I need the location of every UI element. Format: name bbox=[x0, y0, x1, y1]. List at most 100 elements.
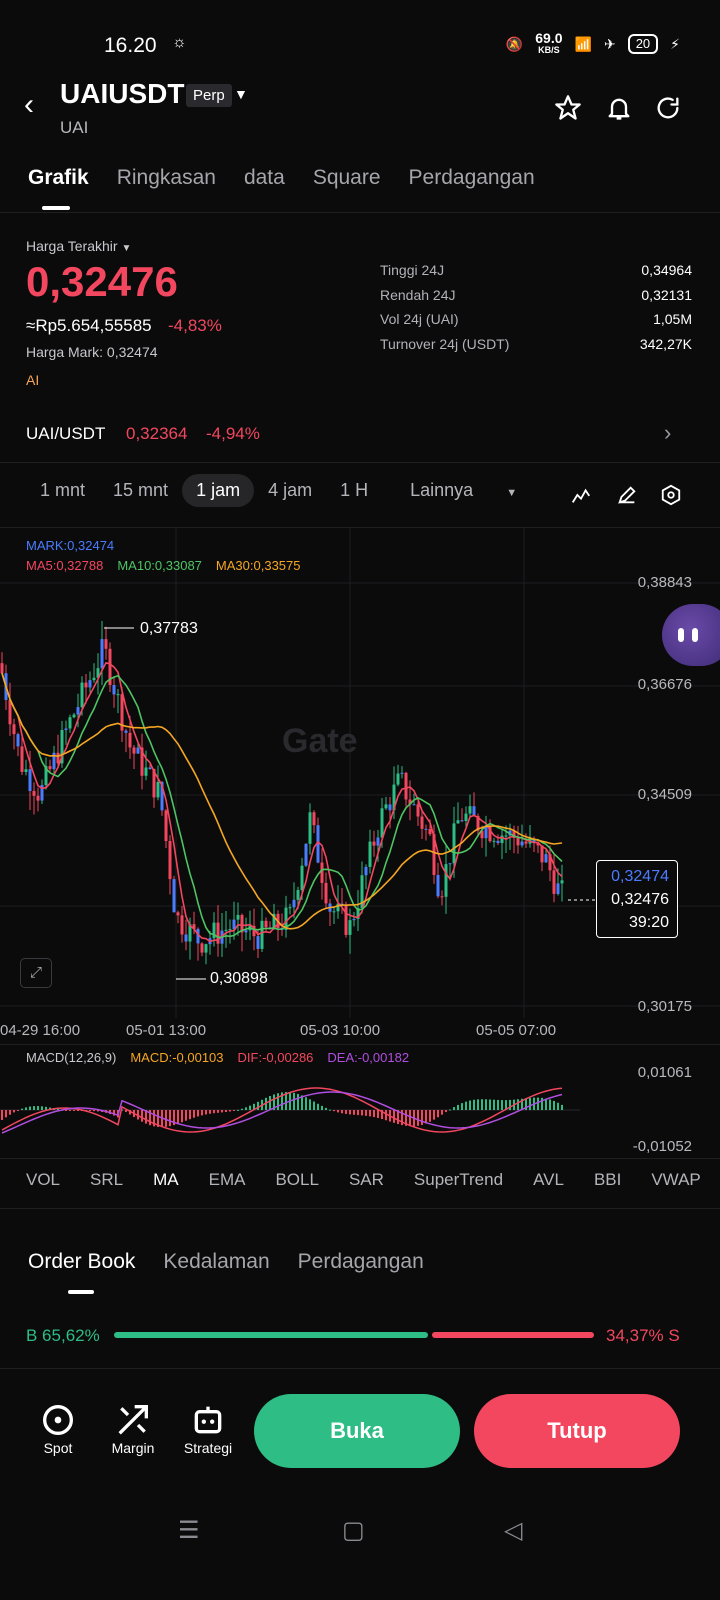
candle-body bbox=[88, 680, 92, 688]
back-nav-icon[interactable]: ◁ bbox=[504, 1516, 522, 1545]
macd-bar bbox=[365, 1110, 367, 1116]
recent-apps-icon[interactable]: ☰ bbox=[178, 1516, 200, 1545]
last-price-selector[interactable]: Harga Terakhir ▼ bbox=[26, 238, 131, 254]
tab-ringkasan[interactable]: Ringkasan bbox=[117, 166, 216, 190]
candle-body bbox=[56, 752, 60, 764]
candle-body bbox=[472, 806, 476, 816]
macd-bar bbox=[21, 1108, 23, 1110]
indicator-vol[interactable]: VOL bbox=[26, 1170, 60, 1190]
candle-body bbox=[456, 820, 460, 824]
indicator-supertrend[interactable]: SuperTrend bbox=[414, 1170, 503, 1190]
buy-bar bbox=[114, 1332, 428, 1338]
tab-perdagangan[interactable]: Perdagangan bbox=[409, 166, 535, 190]
interval-more[interactable]: Lainnya ▼ bbox=[382, 474, 545, 507]
macd-bar bbox=[417, 1110, 419, 1126]
bell-icon[interactable] bbox=[605, 94, 633, 122]
share-icon[interactable] bbox=[654, 94, 682, 122]
candle-body bbox=[236, 914, 240, 920]
interval-4h[interactable]: 4 jam bbox=[254, 474, 326, 507]
macd-bar bbox=[269, 1096, 271, 1110]
indicator-tabs: VOL SRL MA EMA BOLL SAR SuperTrend AVL B… bbox=[26, 1170, 701, 1190]
strategy-button[interactable]: Strategi bbox=[168, 1400, 248, 1456]
airplane-icon: ✈ bbox=[603, 35, 616, 52]
spot-pair-row[interactable] bbox=[0, 404, 720, 462]
spot-button[interactable]: Spot bbox=[18, 1400, 98, 1456]
candle-body bbox=[384, 804, 388, 809]
expand-icon[interactable]: ⤢ bbox=[20, 958, 52, 988]
legend-mark: MARK:0,32474 bbox=[26, 538, 115, 553]
star-icon[interactable] bbox=[554, 94, 582, 122]
macd-value: MACD:-0,00103 bbox=[130, 1050, 224, 1065]
indicator-sar[interactable]: SAR bbox=[349, 1170, 384, 1190]
interval-15m[interactable]: 15 mnt bbox=[99, 474, 182, 507]
tab-order-book[interactable]: Order Book bbox=[28, 1250, 135, 1274]
candle-body bbox=[264, 920, 268, 928]
spot-pair-change: -4,94% bbox=[206, 424, 260, 443]
y-tick: 0,38843 bbox=[637, 574, 692, 591]
eye-icon bbox=[678, 628, 684, 642]
macd-bar bbox=[229, 1110, 231, 1112]
macd-bar bbox=[489, 1099, 491, 1110]
indicator-chart-icon[interactable] bbox=[570, 484, 592, 506]
candle-body bbox=[404, 772, 408, 800]
draw-pencil-icon[interactable] bbox=[616, 484, 638, 506]
tab-perdagangan-ob[interactable]: Perdagangan bbox=[298, 1250, 424, 1274]
indicator-bbi[interactable]: BBI bbox=[594, 1170, 621, 1190]
macd-bar bbox=[353, 1110, 355, 1115]
spot-pair-name: UAI/USDT bbox=[26, 424, 106, 443]
indicator-vwap[interactable]: VWAP bbox=[651, 1170, 700, 1190]
divider bbox=[0, 1044, 720, 1045]
box-mark-price: 0,32474 bbox=[611, 868, 669, 885]
indicator-ma[interactable]: MA bbox=[153, 1170, 179, 1190]
idr-value: ≈Rp5.654,55585 bbox=[26, 316, 152, 335]
divider bbox=[0, 212, 720, 213]
tab-square[interactable]: Square bbox=[313, 166, 381, 190]
divider bbox=[0, 1158, 720, 1159]
tab-grafik[interactable]: Grafik bbox=[28, 166, 89, 190]
interval-1m[interactable]: 1 mnt bbox=[26, 474, 99, 507]
macd-bar bbox=[341, 1110, 343, 1114]
chevron-down-icon[interactable]: ▼ bbox=[234, 86, 248, 102]
candle-body bbox=[380, 808, 384, 838]
back-icon[interactable]: ‹ bbox=[24, 88, 34, 122]
margin-button[interactable]: Margin bbox=[93, 1400, 173, 1456]
perp-badge[interactable]: Perp bbox=[186, 84, 232, 107]
indicator-boll[interactable]: BOLL bbox=[275, 1170, 318, 1190]
candle-body bbox=[156, 782, 160, 798]
macd-bar bbox=[321, 1105, 323, 1110]
candle-body bbox=[92, 677, 96, 681]
ai-link[interactable]: AI bbox=[26, 372, 39, 388]
divider bbox=[0, 1208, 720, 1209]
stat-row: Tinggi 24J 0,34964 bbox=[380, 262, 692, 287]
stat-label: Turnover 24j (USDT) bbox=[380, 335, 510, 352]
interval-1h[interactable]: 1 jam bbox=[182, 474, 255, 507]
stat-value: 1,05M bbox=[653, 311, 692, 327]
candle-body bbox=[132, 747, 136, 754]
indicator-avl[interactable]: AVL bbox=[533, 1170, 564, 1190]
indicator-ema[interactable]: EMA bbox=[209, 1170, 246, 1190]
candlestick-chart[interactable] bbox=[0, 528, 720, 1048]
orderbook-tabs: Order Book Kedalaman Perdagangan bbox=[28, 1250, 424, 1274]
candle-body bbox=[560, 880, 564, 884]
candle-body bbox=[116, 694, 120, 696]
macd-bar bbox=[93, 1110, 95, 1112]
tab-kedalaman[interactable]: Kedalaman bbox=[163, 1250, 269, 1274]
settings-hex-icon[interactable] bbox=[660, 484, 682, 506]
wifi-icon: 📶 bbox=[574, 35, 592, 52]
y-tick: 0,30175 bbox=[637, 998, 692, 1015]
stat-value: 342,27K bbox=[639, 335, 692, 352]
tab-data[interactable]: data bbox=[244, 166, 285, 190]
macd-bar bbox=[325, 1107, 327, 1110]
indicator-srl[interactable]: SRL bbox=[90, 1170, 123, 1190]
interval-1d[interactable]: 1 H bbox=[326, 474, 382, 507]
candle-body bbox=[496, 840, 500, 844]
high-price-label: 0,37783 bbox=[140, 620, 198, 637]
open-position-button[interactable]: Buka bbox=[254, 1394, 460, 1468]
candle-body bbox=[396, 773, 400, 785]
floating-assistant-button[interactable] bbox=[662, 604, 720, 666]
close-position-button[interactable]: Tutup bbox=[474, 1394, 680, 1468]
home-icon[interactable]: ▢ bbox=[342, 1516, 365, 1545]
macd-bar bbox=[385, 1110, 387, 1121]
macd-y-top: 0,01061 bbox=[637, 1064, 692, 1081]
macd-bar bbox=[369, 1110, 371, 1117]
